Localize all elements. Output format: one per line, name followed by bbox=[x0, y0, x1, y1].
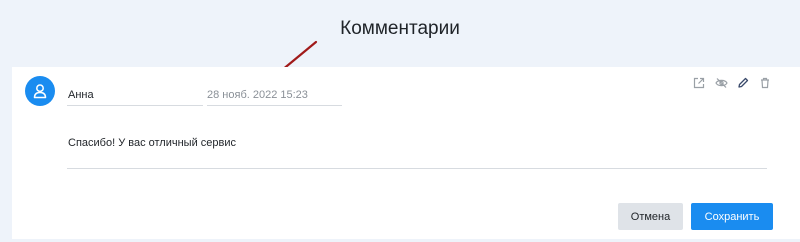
external-link-icon[interactable] bbox=[692, 76, 706, 90]
pencil-icon[interactable] bbox=[736, 76, 750, 90]
comment-toolbar bbox=[692, 76, 772, 90]
eye-off-icon[interactable] bbox=[714, 76, 728, 90]
author-field[interactable]: Анна bbox=[67, 88, 203, 106]
trash-icon[interactable] bbox=[758, 76, 772, 90]
comment-text[interactable]: Спасибо! У вас отличный сервис bbox=[67, 137, 767, 169]
comment-card: Анна 28 нояб. 2022 15:23 Спасибо! У вас … bbox=[12, 67, 800, 239]
save-button[interactable]: Сохранить bbox=[691, 203, 773, 230]
user-icon bbox=[33, 84, 47, 99]
date-field: 28 нояб. 2022 15:23 bbox=[207, 88, 342, 106]
cancel-button[interactable]: Отмена bbox=[618, 203, 683, 230]
page-title: Комментарии bbox=[340, 18, 460, 39]
avatar bbox=[25, 76, 55, 106]
